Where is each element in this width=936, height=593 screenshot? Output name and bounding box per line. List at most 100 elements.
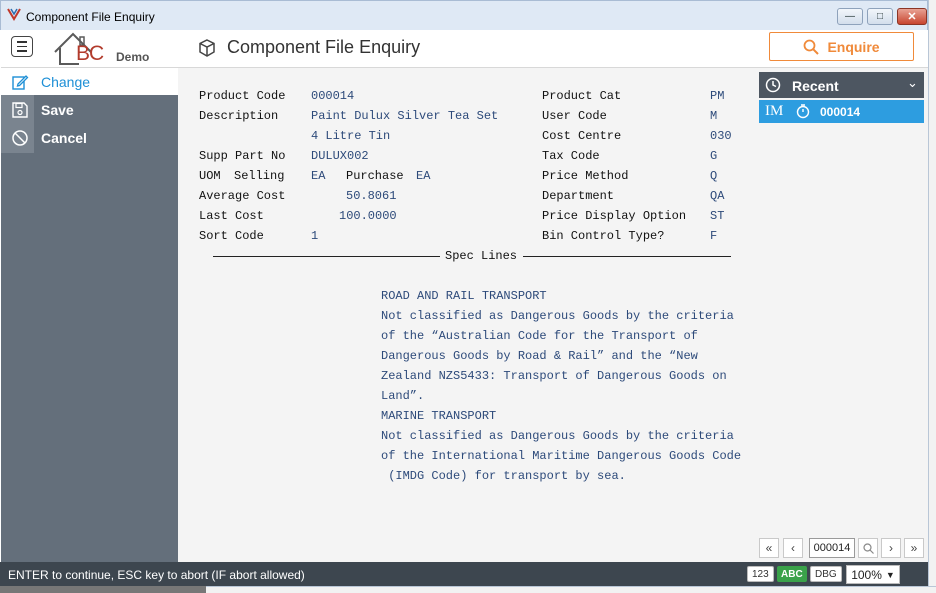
department-value[interactable]: QA — [710, 189, 724, 203]
recent-panel: Recent ⌄ IM 000014 « ‹ 000014 › » — [756, 68, 928, 562]
spec-line: (IMDG Code) for transport by sea. — [381, 469, 626, 483]
chevron-left-icon: ‹ — [791, 541, 795, 555]
enquiry-form: Product Code 000014 Description Paint Du… — [178, 68, 756, 562]
sort-code-value[interactable]: 1 — [311, 229, 318, 243]
recent-title: Recent — [792, 78, 839, 94]
description-label: Description — [199, 109, 279, 123]
sidebar-item-label: Cancel — [41, 129, 87, 146]
last-record-button[interactable]: » — [904, 538, 924, 558]
status-message: ENTER to continue, ESC key to abort (IF … — [8, 568, 305, 582]
last-cost-label: Last Cost — [199, 209, 264, 223]
selling-label: Selling — [234, 169, 285, 183]
zoom-select[interactable]: 100% ▼ — [846, 565, 900, 584]
enquire-button[interactable]: Enquire — [769, 32, 914, 61]
department-label: Department — [542, 189, 615, 203]
window-title: Component File Enquiry — [26, 10, 155, 24]
sidebar-item-label: Change — [41, 73, 91, 90]
supp-part-value[interactable]: DULUX002 — [311, 149, 369, 163]
price-display-value[interactable]: ST — [710, 209, 724, 223]
menu-button[interactable] — [11, 36, 33, 57]
average-cost-label: Average Cost — [199, 189, 286, 203]
hamburger-icon — [17, 41, 27, 43]
sidebar-item-change[interactable]: Change — [1, 68, 178, 95]
price-method-label: Price Method — [542, 169, 629, 183]
enquire-label: Enquire — [827, 38, 880, 55]
spec-line: ROAD AND RAIL TRANSPORT — [381, 289, 547, 303]
status-bar: ENTER to continue, ESC key to abort (IF … — [0, 562, 928, 586]
purchase-value[interactable]: EA — [416, 169, 430, 183]
cancel-icon — [11, 129, 29, 147]
sidebar-item-label: Save — [41, 101, 74, 118]
tax-code-label: Tax Code — [542, 149, 600, 163]
spec-line: Zealand NZS5433: Transport of Dangerous … — [381, 369, 727, 383]
recent-item-code: 000014 — [820, 105, 861, 119]
app-header: BC Demo Component File Enquiry Enquire — [1, 30, 928, 68]
recent-item[interactable]: IM 000014 — [759, 100, 924, 123]
purchase-label: Purchase — [346, 169, 404, 183]
clock-icon — [765, 77, 781, 93]
window-titlebar: Component File Enquiry — □ ✕ — [0, 0, 928, 30]
tax-code-value[interactable]: G — [710, 149, 717, 163]
search-icon — [804, 39, 820, 55]
average-cost-value[interactable]: 50.8061 — [346, 189, 396, 203]
maximize-icon: □ — [876, 11, 884, 22]
first-record-button[interactable]: « — [759, 538, 779, 558]
double-chevron-right-icon: » — [910, 541, 918, 555]
spec-lines-heading: Spec Lines — [445, 249, 518, 263]
user-code-label: User Code — [542, 109, 607, 123]
search-record-button[interactable] — [858, 538, 878, 558]
supp-part-label: Supp Part No — [199, 149, 286, 163]
logo-demo-label: Demo — [116, 50, 150, 64]
user-code-value[interactable]: M — [710, 109, 717, 123]
app-logo-icon — [7, 8, 21, 21]
sidebar-items: Change Save Cancel — [1, 68, 178, 562]
spec-line: Not classified as Dangerous Goods by the… — [381, 429, 734, 443]
spec-line: Dangerous Goods by Road & Rail” and the … — [381, 349, 698, 363]
product-code-value[interactable]: 000014 — [311, 89, 354, 103]
chevron-right-icon: › — [889, 541, 893, 555]
sidebar-item-cancel[interactable]: Cancel — [1, 124, 178, 151]
spec-line: of the International Maritime Dangerous … — [381, 449, 742, 463]
company-logo: BC Demo — [51, 30, 161, 67]
stopwatch-icon — [796, 104, 810, 119]
selling-value[interactable]: EA — [311, 169, 325, 183]
description-value-line2[interactable]: 4 Litre Tin — [311, 129, 390, 143]
save-icon — [11, 101, 29, 119]
numeric-mode-chip[interactable]: 123 — [747, 566, 774, 582]
window-right-edge — [928, 0, 936, 593]
close-window-button[interactable]: ✕ — [897, 8, 927, 25]
page-title: Component File Enquiry — [227, 37, 421, 57]
minimize-button[interactable]: — — [837, 8, 863, 25]
sidebar-item-save[interactable]: Save — [1, 96, 178, 123]
spec-divider-left — [213, 256, 440, 257]
maximize-button[interactable]: □ — [867, 8, 893, 25]
next-record-button[interactable]: › — [881, 538, 901, 558]
last-cost-value[interactable]: 100.0000 — [339, 209, 397, 223]
abc-mode-chip[interactable]: ABC — [777, 566, 807, 582]
cost-centre-label: Cost Centre — [542, 129, 622, 143]
search-icon — [862, 542, 874, 554]
logo-text: BC — [76, 42, 104, 65]
description-value-line1[interactable]: Paint Dulux Silver Tea Set — [311, 109, 498, 123]
bin-control-value[interactable]: F — [710, 229, 717, 243]
sort-code-label: Sort Code — [199, 229, 264, 243]
close-icon: ✕ — [907, 11, 917, 23]
product-cat-label: Product Cat — [542, 89, 622, 103]
recent-item-tag: IM — [765, 103, 784, 119]
chevron-down-icon: ▼ — [885, 569, 895, 580]
chevron-down-icon: ⌄ — [907, 75, 918, 90]
price-display-label: Price Display Option — [542, 209, 687, 223]
uom-label: UOM — [199, 169, 221, 183]
spec-line: Land”. — [381, 389, 425, 403]
recent-header[interactable]: Recent ⌄ — [759, 72, 924, 98]
taskbar-fragment — [0, 586, 206, 593]
debug-chip[interactable]: DBG — [810, 566, 842, 582]
minimize-icon: — — [845, 11, 855, 22]
spec-divider-right — [523, 256, 731, 257]
record-input[interactable]: 000014 — [809, 538, 855, 558]
prev-record-button[interactable]: ‹ — [783, 538, 803, 558]
spec-line: Not classified as Dangerous Goods by the… — [381, 309, 734, 323]
product-cat-value[interactable]: PM — [710, 89, 724, 103]
price-method-value[interactable]: Q — [710, 169, 717, 183]
cost-centre-value[interactable]: 030 — [710, 129, 732, 143]
